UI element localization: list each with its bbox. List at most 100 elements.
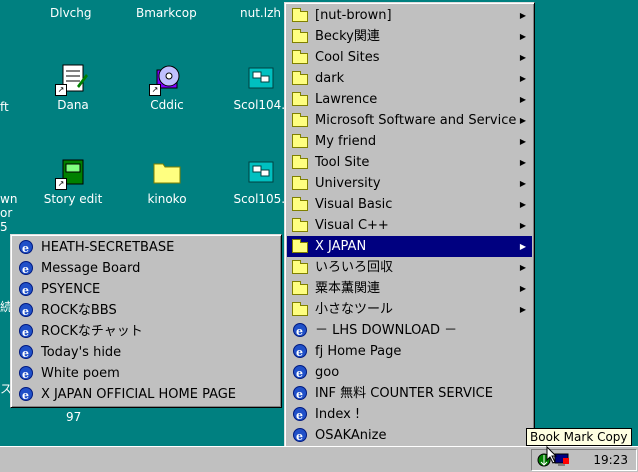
desktop-fragment: 5 — [0, 220, 8, 234]
tray-tooltip: Book Mark Copy — [526, 428, 632, 446]
menu-item-label: ROCKなBBS — [41, 303, 117, 318]
menu-item[interactable]: goo — [287, 362, 532, 384]
menu-item[interactable]: 粟本薫関連 ▶ — [287, 278, 532, 299]
menu-item-label: HEATH-SECRETBASE — [41, 240, 175, 255]
menu-item-label: － LHS DOWNLOAD － — [315, 323, 458, 338]
book-icon: ↗ — [55, 156, 89, 190]
menu-item-label: goo — [315, 365, 340, 380]
desktop-fragment: ft — [0, 100, 9, 114]
menu-item[interactable]: White poem — [13, 363, 279, 385]
menu-item-label: X JAPAN — [315, 239, 367, 254]
menu-item[interactable]: My friend ▶ — [287, 131, 532, 152]
folder-icon — [292, 134, 308, 149]
desktop-icon-label[interactable]: Dlvchg — [50, 6, 92, 20]
desktop-icon-label: Story edit — [43, 192, 103, 206]
menu-item[interactable]: HEATH-SECRETBASE — [13, 237, 279, 259]
desktop-icon-label[interactable]: Bmarkcop — [136, 6, 197, 20]
menu-item[interactable]: PSYENCE — [13, 279, 279, 301]
internet-shortcut-icon — [292, 384, 308, 405]
folder-icon — [151, 156, 183, 188]
desktop-icon-dana[interactable]: ↗ Dana — [30, 62, 116, 112]
menu-item-label: 小さなツール — [315, 302, 394, 317]
menu-item[interactable]: X JAPAN OFFICIAL HOME PAGE — [13, 384, 279, 406]
menu-item[interactable]: [nut-brown] ▶ — [287, 5, 532, 26]
submenu-arrow-icon: ▶ — [519, 11, 526, 20]
menu-item[interactable]: Index ! — [287, 404, 532, 426]
internet-shortcut-icon — [18, 385, 34, 406]
network-icon — [245, 156, 277, 188]
menu-item[interactable]: Cool Sites ▶ — [287, 47, 532, 68]
menu-item-label: University — [315, 176, 381, 191]
folder-icon — [292, 218, 308, 233]
menu-item-label: fj Home Page — [315, 344, 402, 359]
menu-item[interactable]: Tool Site ▶ — [287, 152, 532, 173]
desktop-icon-label[interactable]: nut.lzh — [240, 6, 281, 20]
internet-shortcut-icon — [292, 321, 308, 342]
menu-item-label: Index ! — [315, 407, 361, 422]
menu-item[interactable]: INF 無料 COUNTER SERVICE — [287, 383, 532, 405]
folder-icon — [292, 50, 308, 65]
menu-item[interactable]: Message Board — [13, 258, 279, 280]
menu-item-label: 粟本薫関連 — [315, 281, 381, 296]
internet-shortcut-icon — [292, 405, 308, 426]
menu-item[interactable]: － LHS DOWNLOAD － — [287, 320, 532, 342]
folder-icon — [292, 29, 308, 44]
menu-item[interactable]: X JAPAN ▶ — [287, 236, 532, 257]
folder-icon — [292, 281, 308, 296]
submenu-arrow-icon: ▶ — [519, 53, 526, 62]
desktop-icon-label: kinoko — [147, 192, 187, 206]
menu-item-label: PSYENCE — [41, 282, 101, 297]
menu-item[interactable]: Visual Basic ▶ — [287, 194, 532, 215]
bookmark-menu: [nut-brown] ▶ Becky関連 ▶ Cool Sites ▶ dark ▶ Lawr… — [284, 2, 535, 470]
internet-shortcut-icon — [18, 364, 34, 385]
menu-item[interactable]: fj Home Page — [287, 341, 532, 363]
internet-shortcut-icon — [18, 322, 34, 343]
desktop-icon-kinoko[interactable]: kinoko — [124, 156, 210, 206]
menu-item[interactable]: Microsoft Software and Service ▶ — [287, 110, 532, 131]
submenu-arrow-icon: ▶ — [519, 137, 526, 146]
desktop-icon-cddic[interactable]: ↗ Cddic — [124, 62, 210, 112]
internet-shortcut-icon — [18, 301, 34, 322]
clock[interactable]: 19:23 — [593, 453, 628, 467]
internet-shortcut-icon — [18, 238, 34, 259]
menu-item-label: dark — [315, 71, 345, 86]
folder-icon — [292, 260, 308, 275]
submenu-arrow-icon: ▶ — [519, 242, 526, 251]
submenu-arrow-icon: ▶ — [519, 263, 526, 272]
folder-icon — [292, 71, 308, 86]
internet-shortcut-icon — [292, 363, 308, 384]
menu-item[interactable]: ROCKなチャット — [13, 321, 279, 343]
internet-shortcut-icon — [292, 426, 308, 447]
menu-item-label: Microsoft Software and Service — [315, 113, 517, 128]
desktop-fragment: wn — [0, 192, 18, 206]
folder-icon — [292, 8, 308, 23]
internet-shortcut-icon — [292, 342, 308, 363]
menu-item[interactable]: dark ▶ — [287, 68, 532, 89]
internet-shortcut-icon — [18, 280, 34, 301]
desktop-icon-label: 97 — [66, 410, 82, 424]
internet-shortcut-icon — [18, 259, 34, 280]
menu-item[interactable]: Today's hide — [13, 342, 279, 364]
menu-item-label: Message Board — [41, 261, 141, 276]
menu-item[interactable]: ROCKなBBS — [13, 300, 279, 322]
menu-item-label: Visual Basic — [315, 197, 393, 212]
menu-item-label: Today's hide — [41, 345, 122, 360]
menu-item[interactable]: いろいろ回収 ▶ — [287, 257, 532, 278]
submenu-arrow-icon: ▶ — [519, 95, 526, 104]
menu-item[interactable]: Becky関連 ▶ — [287, 26, 532, 47]
menu-item[interactable]: Visual C++ ▶ — [287, 215, 532, 236]
folder-icon — [292, 176, 308, 191]
menu-item-label: Cool Sites — [315, 50, 380, 65]
menu-item-label: Tool Site — [315, 155, 370, 170]
submenu-arrow-icon: ▶ — [519, 305, 526, 314]
menu-item-label: Visual C++ — [315, 218, 389, 233]
menu-item[interactable]: 小さなツール ▶ — [287, 299, 532, 320]
menu-item[interactable]: University ▶ — [287, 173, 532, 194]
taskbar: 19:23 — [0, 446, 638, 472]
submenu-arrow-icon: ▶ — [519, 284, 526, 293]
submenu-arrow-icon: ▶ — [519, 158, 526, 167]
menu-item[interactable]: OSAKAnize — [287, 425, 532, 447]
desktop-icon-story-edit[interactable]: ↗ Story edit — [30, 156, 116, 206]
folder-icon — [292, 92, 308, 107]
menu-item[interactable]: Lawrence ▶ — [287, 89, 532, 110]
